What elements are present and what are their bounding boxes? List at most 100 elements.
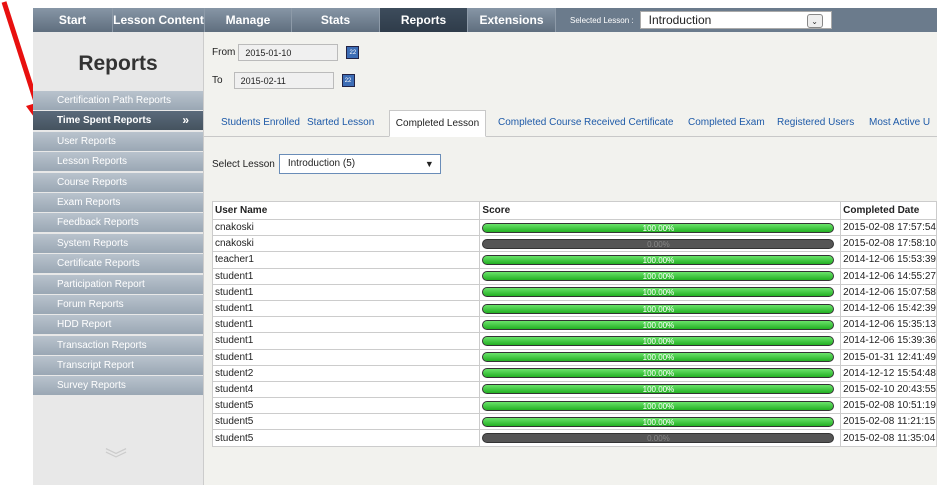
calendar-icon[interactable]: 22 <box>341 74 355 87</box>
selected-lesson-dropdown[interactable]: Introduction ⌄ <box>639 11 832 29</box>
user-name-cell: student5 <box>211 413 481 431</box>
table-row: student1 100.00% 2014-12-06 15:07:58 <box>211 283 937 301</box>
double-chevron-right-icon: » <box>182 113 189 128</box>
sidebar-item-transaction-reports[interactable]: Transaction Reports <box>33 335 203 355</box>
sidebar-item-survey-reports[interactable]: Survey Reports <box>33 376 203 396</box>
sidebar-item-forum-reports[interactable]: Forum Reports <box>33 294 203 314</box>
completed-date-cell: 2015-02-10 20:43:55 <box>840 380 937 399</box>
score-label: 100.00% <box>642 385 675 395</box>
sidebar-item-label: Transaction Reports <box>57 339 147 351</box>
nav-manage[interactable]: Manage <box>205 8 292 32</box>
sidebar-item-certification-path-reports[interactable]: Certification Path Reports <box>33 91 203 110</box>
completed-date-cell: 2014-12-06 15:07:58 <box>840 283 937 301</box>
sidebar-item-label: HDD Report <box>57 319 112 331</box>
sidebar-item-label: System Reports <box>57 237 129 249</box>
sidebar-item-label: Certificate Reports <box>57 258 140 270</box>
to-label: To <box>212 75 223 86</box>
score-label: 100.00% <box>642 320 675 330</box>
tab-completed-exam[interactable]: Completed Exam <box>688 110 777 136</box>
completed-date-cell: 2014-12-06 15:39:36 <box>840 332 937 350</box>
sidebar-item-course-reports[interactable]: Course Reports <box>33 172 203 192</box>
to-date-row: To 2015-02-11 22 <box>212 72 355 89</box>
user-name-cell: student1 <box>211 348 481 366</box>
completed-date-cell: 2015-02-08 10:51:19 <box>840 397 937 415</box>
sidebar-item-exam-reports[interactable]: Exam Reports <box>33 192 203 212</box>
sidebar-item-hdd-report[interactable]: HDD Report <box>33 315 203 335</box>
completed-date-cell: 2014-12-12 15:54:48 <box>840 364 937 382</box>
from-label: From <box>212 47 236 58</box>
table-row: teacher1 100.00% 2014-12-06 15:53:39 <box>211 251 937 269</box>
tab-registered-users[interactable]: Registered Users <box>777 110 869 136</box>
sidebar: Reports Certification Path Reports Time … <box>33 32 204 485</box>
sidebar-item-certificate-reports[interactable]: Certificate Reports <box>33 254 203 274</box>
nav-lesson-content[interactable]: Lesson Content <box>113 8 205 32</box>
table-row: student1 100.00% 2014-12-06 14:55:27 <box>211 267 937 285</box>
score-cell: 100.00% <box>479 267 842 285</box>
lesson-select-dropdown[interactable]: Introduction (5) ▼ <box>278 154 441 174</box>
user-name-cell: student1 <box>211 332 481 350</box>
table-header-row: User Name Score Completed Date <box>211 201 937 220</box>
nav-reports[interactable]: Reports <box>380 8 468 32</box>
from-date-input[interactable]: 2015-01-10 <box>238 44 339 61</box>
completed-lesson-table: User Name Score Completed Date cnakoski 1… <box>211 201 937 447</box>
lesson-select-value: Introduction (5) <box>287 158 356 169</box>
completed-date-cell: 2014-12-06 14:55:27 <box>840 267 937 285</box>
sidebar-menu: Certification Path Reports Time Spent Re… <box>33 91 203 397</box>
score-label: 100.00% <box>642 417 675 427</box>
completed-date-cell: 2015-02-08 17:58:10 <box>840 235 937 253</box>
nav-stats[interactable]: Stats <box>292 8 380 32</box>
user-name-cell: student1 <box>211 299 481 318</box>
tab-completed-lesson[interactable]: Completed Lesson <box>389 110 486 137</box>
sidebar-item-system-reports[interactable]: System Reports <box>33 233 203 253</box>
score-cell: 0.00% <box>479 429 842 447</box>
score-cell: 100.00% <box>479 283 842 301</box>
selected-lesson-label: Selected Lesson : <box>570 15 634 25</box>
score-progress-bar: 100.00% <box>482 368 835 379</box>
column-header-user-name[interactable]: User Name <box>211 201 481 220</box>
sidebar-item-time-spent-reports[interactable]: Time Spent Reports » <box>33 111 203 131</box>
tab-completed-course[interactable]: Completed Course <box>486 110 584 136</box>
score-label: 100.00% <box>642 255 675 265</box>
score-progress-bar: 100.00% <box>482 303 835 314</box>
user-name-cell: student1 <box>211 283 481 301</box>
sidebar-item-participation-report[interactable]: Participation Report <box>33 274 203 294</box>
to-date-input[interactable]: 2015-02-11 <box>233 72 334 89</box>
nav-extensions[interactable]: Extensions <box>468 8 556 32</box>
user-name-cell: teacher1 <box>211 251 481 269</box>
score-cell: 0.00% <box>479 235 842 253</box>
score-cell: 100.00% <box>479 218 842 237</box>
score-progress-bar: 0.00% <box>482 238 835 249</box>
table-row: cnakoski 0.00% 2015-02-08 17:58:10 <box>211 235 937 253</box>
tab-most-active-users[interactable]: Most Active U <box>869 110 937 136</box>
sidebar-item-label: Participation Report <box>57 278 145 290</box>
sidebar-title: Reports <box>78 52 158 75</box>
score-label: 100.00% <box>642 353 675 363</box>
column-header-completed-date[interactable]: Completed Date <box>840 201 937 220</box>
table-row: student1 100.00% 2014-12-06 15:39:36 <box>211 332 937 350</box>
double-chevron-down-icon[interactable]: ︾ <box>105 442 127 474</box>
sidebar-item-lesson-reports[interactable]: Lesson Reports <box>33 152 203 172</box>
score-label: 100.00% <box>642 369 675 379</box>
sidebar-item-feedback-reports[interactable]: Feedback Reports <box>33 213 203 233</box>
calendar-icon[interactable]: 22 <box>346 46 360 59</box>
tab-students-enrolled[interactable]: Students Enrolled <box>204 110 307 136</box>
table-row: student1 100.00% 2014-12-06 15:42:39 <box>211 299 937 318</box>
score-cell: 100.00% <box>479 251 842 269</box>
sidebar-item-label: Survey Reports <box>57 380 126 392</box>
column-header-score[interactable]: Score <box>479 201 842 220</box>
sidebar-item-user-reports[interactable]: User Reports <box>33 131 203 151</box>
chevron-down-icon[interactable]: ⌄ <box>806 14 823 28</box>
tab-received-certificate[interactable]: Received Certificate <box>584 110 688 136</box>
score-progress-bar: 100.00% <box>482 400 835 411</box>
user-name-cell: cnakoski <box>211 235 481 253</box>
score-progress-bar: 0.00% <box>482 433 835 444</box>
nav-start[interactable]: Start <box>33 8 113 32</box>
sidebar-item-transcript-report[interactable]: Transcript Report <box>33 356 203 376</box>
sidebar-item-label: Certification Path Reports <box>57 95 171 106</box>
score-cell: 100.00% <box>479 397 842 415</box>
user-name-cell: student4 <box>211 380 481 399</box>
sidebar-item-label: Exam Reports <box>57 196 121 208</box>
user-name-cell: student5 <box>211 397 481 415</box>
tab-started-lesson[interactable]: Started Lesson <box>307 110 389 136</box>
score-progress-bar: 100.00% <box>482 287 835 298</box>
